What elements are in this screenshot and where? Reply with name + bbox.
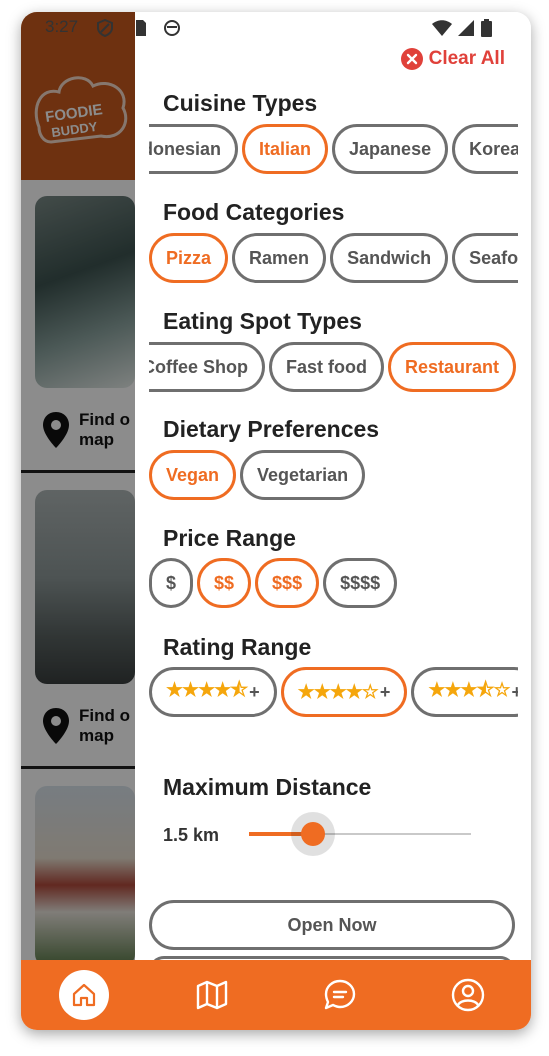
app-notification-icon [164, 20, 180, 36]
food-category-chip-seafood[interactable]: Seafood [452, 233, 518, 283]
cuisine-chip-japanese[interactable]: Japanese [332, 124, 449, 174]
phone-screen: FOODIE BUDDY Find o map Find o map Clear A… [21, 12, 531, 1030]
overlay-scrim[interactable] [21, 12, 135, 960]
nav-profile[interactable] [443, 970, 493, 1020]
clear-all-label: Clear All [428, 48, 505, 69]
rating-chip-row[interactable]: ★★★★⯪ + ★★★★☆ + ★★★⯪☆ + [149, 665, 518, 721]
shield-icon [97, 19, 113, 37]
dietary-preferences-title: Dietary Preferences [163, 416, 380, 442]
cuisine-types-title: Cuisine Types [163, 90, 318, 116]
nav-map[interactable] [187, 970, 237, 1020]
slider-thumb[interactable] [301, 822, 325, 846]
nav-chat[interactable] [315, 970, 365, 1020]
eating-spot-chip-coffee-shop[interactable]: Coffee Shop [149, 342, 265, 392]
cuisine-chip-row[interactable]: IndonesianItalianJapaneseKorean [149, 122, 518, 178]
price-chip-dollardollardollardollar[interactable]: $$$$ [323, 558, 398, 608]
price-range-title: Price Range [163, 525, 296, 551]
price-chip-row[interactable]: $ $$ $$$ $$$$ [149, 556, 518, 612]
food-categories-title: Food Categories [163, 199, 345, 225]
star-rating-icon: ★★★⯪☆ [428, 680, 510, 701]
map-icon [196, 980, 228, 1010]
distance-slider[interactable] [249, 812, 473, 858]
clear-all-button[interactable]: Clear All [400, 48, 505, 70]
cuisine-chip-italian[interactable]: Italian [242, 124, 329, 174]
eating-spot-chip-restaurant[interactable]: Restaurant [388, 342, 517, 392]
cuisine-chip-indonesian[interactable]: Indonesian [149, 124, 239, 174]
rating-chip-4[interactable]: ★★★★☆ + [280, 667, 408, 717]
wifi-icon [432, 20, 452, 36]
rating-range-title: Rating Range [163, 634, 312, 660]
food-category-chip-ramen[interactable]: Ramen [232, 233, 327, 283]
star-rating-icon: ★★★★☆ [297, 681, 379, 703]
price-chip-dollar[interactable]: $ [149, 558, 194, 608]
chat-icon [324, 979, 356, 1010]
cuisine-chip-korean[interactable]: Korean [452, 124, 518, 174]
rating-chip-3-5[interactable]: ★★★⯪☆ + [411, 667, 518, 717]
dietary-chip-row[interactable]: Vegan Vegetarian [149, 448, 518, 504]
nav-home[interactable] [59, 970, 109, 1020]
open-now-toggle[interactable]: Open Now [149, 900, 515, 950]
food-category-chip-pizza[interactable]: Pizza [149, 233, 229, 283]
rating-chip-4-5[interactable]: ★★★★⯪ + [149, 667, 277, 717]
dietary-chip-vegetarian[interactable]: Vegetarian [240, 450, 366, 500]
battery-icon [481, 19, 492, 37]
eating-spot-chip-fast-food[interactable]: Fast food [269, 342, 384, 392]
bottom-navigation [21, 960, 531, 1030]
star-rating-icon: ★★★★⯪ [166, 680, 248, 701]
dietary-chip-vegan[interactable]: Vegan [149, 450, 237, 500]
status-bar: 3:27 [21, 12, 531, 44]
close-circle-icon [400, 48, 423, 70]
home-icon [72, 983, 96, 1007]
status-time: 3:27 [45, 17, 79, 36]
eating-spot-chip-row[interactable]: Coffee Shop Fast food Restaurant [149, 340, 518, 396]
food-category-chip-sandwich[interactable]: Sandwich [330, 233, 449, 283]
signal-icon [458, 20, 474, 36]
price-chip-dollardollardollar[interactable]: $$$ [255, 558, 320, 608]
profile-icon [451, 978, 485, 1012]
restaurant-list-background: FOODIE BUDDY Find o map Find o map [21, 12, 135, 960]
filter-drawer: Clear All Cuisine Types IndonesianItalia… [135, 12, 531, 960]
distance-value: 1.5 km [163, 825, 220, 845]
maximum-distance-title: Maximum Distance [163, 774, 372, 800]
sim-card-icon [136, 20, 146, 36]
eating-spot-types-title: Eating Spot Types [163, 308, 362, 334]
food-category-chip-row[interactable]: PizzaRamenSandwichSeafood [149, 231, 518, 287]
price-chip-dollardollar[interactable]: $$ [197, 558, 252, 608]
